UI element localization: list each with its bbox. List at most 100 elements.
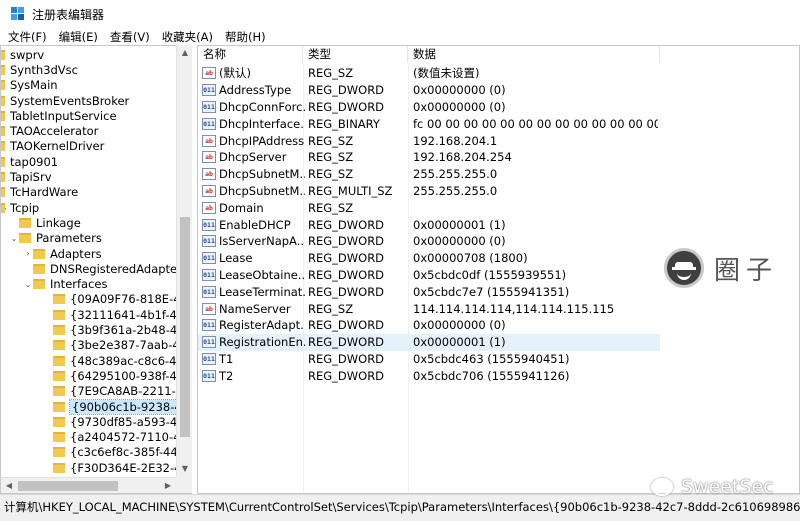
tree-node-label: Linkage [36, 215, 81, 230]
menu-help[interactable]: 帮助(H) [219, 29, 272, 45]
value-name: DhcpInterface... [219, 116, 305, 131]
registry-value-row[interactable]: 011 IsServerNapA... REG_DWORD 0x00000000 (0… [198, 233, 660, 250]
menu-favorites[interactable]: 收藏夹(A) [156, 29, 219, 45]
registry-value-row[interactable]: 011 Lease REG_DWORD 0x00000708 (1800) [198, 250, 660, 267]
binary-value-icon: 011 [202, 252, 216, 265]
binary-value-icon: 011 [202, 117, 216, 130]
tree-node-label: {64295100-938f-4957 [70, 368, 192, 383]
registry-tree-pane[interactable]: swprv Synth3dVsc SysMain SystemEventsBroker… [0, 45, 192, 494]
value-name: Domain [219, 200, 264, 215]
folder-icon [1, 156, 5, 167]
tree-node[interactable]: {09A09F76-818E-44C2 [41, 292, 191, 307]
folder-icon [53, 416, 65, 427]
column-header-type[interactable]: 类型 [303, 46, 408, 63]
menu-file[interactable]: 文件(F) [0, 29, 53, 45]
tree-node[interactable]: ⌄ Parameters [9, 231, 102, 246]
tree-node[interactable]: {3b9f361a-2b48-4413 [41, 322, 191, 337]
tree-node[interactable]: ⌄Tcpip [1, 200, 39, 215]
tree-node[interactable]: ⌄ Interfaces [23, 277, 108, 292]
tree-node[interactable]: TabletInputService [1, 108, 117, 123]
column-header-data[interactable]: 数据 [408, 46, 660, 63]
menu-bar: 文件(F) 编辑(E) 查看(V) 收藏夹(A) 帮助(H) [0, 28, 800, 46]
registry-value-row[interactable]: 011 AddressType REG_DWORD 0x00000000 (0) [198, 82, 660, 99]
tree-horizontal-scrollbar[interactable]: ◀ ▶ [1, 477, 176, 493]
regedit-app-icon [11, 7, 25, 21]
chevron-down-icon[interactable]: ⌄ [9, 234, 19, 243]
tree-node[interactable]: {32111641-4b1f-4434 [41, 307, 191, 322]
scroll-down-icon[interactable]: ▼ [177, 461, 193, 477]
value-data: 0x00000708 (1800) [413, 251, 528, 266]
registry-value-row[interactable]: ab DhcpIPAddress REG_SZ 192.168.204.1 [198, 132, 660, 149]
registry-value-row[interactable]: ab Domain REG_SZ [198, 199, 660, 216]
registry-value-row[interactable]: ab (默认) REG_SZ (数值未设置) [198, 65, 660, 82]
registry-value-row[interactable]: 011 T2 REG_DWORD 0x5cbdc706 (1555941126) [198, 367, 660, 384]
registry-value-row[interactable]: ab NameServer REG_SZ 114.114.114.114,114.11… [198, 300, 660, 317]
value-name: LeaseObtaine... [219, 267, 305, 282]
value-data: 114.114.114.114,114.114.115.115 [413, 301, 615, 316]
tree-node[interactable]: TAOAccelerator [1, 124, 98, 139]
tree-node[interactable]: {90b06c1b-9238-42c7 [41, 398, 191, 415]
folder-icon [53, 447, 65, 458]
registry-value-row[interactable]: 011 DhcpInterface... REG_BINARY fc 00 00 00… [198, 115, 660, 132]
tree-node[interactable]: TcHardWare [1, 185, 78, 200]
registry-value-row[interactable]: ab DhcpSubnetM... REG_MULTI_SZ 255.255.255.… [198, 183, 660, 200]
tree-node[interactable]: {3be2e387-7aab-4ef6 [41, 338, 191, 353]
registry-value-row[interactable]: 011 LeaseTerminat... REG_DWORD 0x5cbdc7e7 (… [198, 283, 660, 300]
binary-value-icon: 011 [202, 336, 216, 349]
registry-value-row[interactable]: 011 DhcpConnForc... REG_DWORD 0x00000000 (0… [198, 99, 660, 116]
registry-value-row[interactable]: 011 LeaseObtaine... REG_DWORD 0x5cbdc0df (1… [198, 267, 660, 284]
scroll-thumb[interactable] [180, 217, 190, 437]
tree-node[interactable]: SystemEventsBroker [1, 93, 129, 108]
scroll-left-icon[interactable]: ◀ [1, 478, 17, 494]
tree-node[interactable]: {a2404572-7110-4ff8- [41, 430, 191, 445]
tree-node[interactable]: TAOKernelDriver [1, 139, 104, 154]
folder-icon [1, 95, 5, 106]
menu-view[interactable]: 查看(V) [104, 29, 156, 45]
tree-node[interactable]: Synth3dVsc [1, 62, 78, 77]
value-name: (默认) [219, 66, 251, 81]
folder-icon [19, 233, 31, 244]
tree-node[interactable]: swprv [1, 47, 44, 62]
registry-value-row[interactable]: 011 T1 REG_DWORD 0x5cbdc463 (1555940451) [198, 351, 660, 368]
menu-edit[interactable]: 编辑(E) [53, 29, 104, 45]
registry-value-row[interactable]: ab DhcpServer REG_SZ 192.168.204.254 [198, 149, 660, 166]
registry-value-row[interactable]: 011 EnableDHCP REG_DWORD 0x00000001 (1) [198, 216, 660, 233]
column-header-name[interactable]: 名称 [198, 46, 303, 63]
scroll-right-icon[interactable]: ▶ [160, 478, 176, 494]
tree-node[interactable]: {7E9CA8AB-2211-493 [41, 384, 191, 399]
tree-node[interactable]: {c3c6ef8c-385f-4401- [41, 445, 191, 460]
tree-node-label: TabletInputService [10, 108, 117, 123]
tree-node[interactable]: Linkage [9, 215, 81, 230]
registry-value-row[interactable]: 011 RegisterAdapt... REG_DWORD 0x00000000 (… [198, 317, 660, 334]
chevron-right-icon[interactable]: › [23, 249, 33, 258]
folder-icon [53, 401, 65, 412]
scroll-up-icon[interactable]: ▲ [177, 45, 193, 61]
value-name: DhcpServer [219, 150, 287, 165]
tree-node[interactable]: {64295100-938f-4957 [41, 368, 192, 383]
tree-node[interactable]: › Adapters [23, 246, 101, 261]
tree-vertical-scrollbar[interactable]: ▲ ▼ [176, 45, 192, 477]
value-type: REG_DWORD [308, 318, 385, 333]
binary-value-icon: 011 [202, 268, 216, 281]
tree-node[interactable]: TapiSrv [1, 169, 52, 184]
hscroll-thumb[interactable] [18, 481, 118, 491]
value-type: REG_DWORD [308, 284, 385, 299]
value-name: DhcpSubnetM... [219, 183, 305, 198]
folder-icon [33, 279, 45, 290]
chevron-down-icon[interactable]: ⌄ [23, 280, 33, 289]
tree-node[interactable]: {F30D364E-2E32-491E [41, 460, 191, 475]
value-data: 0x5cbdc0df (1555939551) [413, 267, 567, 282]
string-value-icon: ab [202, 201, 216, 214]
tree-node[interactable]: {48c389ac-c8c6-4ea2 [41, 353, 191, 368]
value-data: 255.255.255.0 [413, 183, 498, 198]
folder-icon [1, 64, 5, 75]
binary-value-icon: 011 [202, 100, 216, 113]
registry-value-row[interactable]: ab DhcpSubnetM... REG_SZ 255.255.255.0 [198, 166, 660, 183]
registry-value-row[interactable]: 011 RegistrationEn... REG_DWORD 0x00000001 … [198, 333, 660, 351]
value-type: REG_MULTI_SZ [308, 183, 393, 198]
tree-node[interactable]: {9730df85-a593-4298 [41, 414, 191, 429]
value-type: REG_SZ [308, 301, 354, 316]
tree-node[interactable]: SysMain [1, 78, 58, 93]
tree-node[interactable]: tap0901 [1, 154, 58, 169]
tree-node[interactable]: DNSRegisteredAdapters [23, 261, 188, 276]
